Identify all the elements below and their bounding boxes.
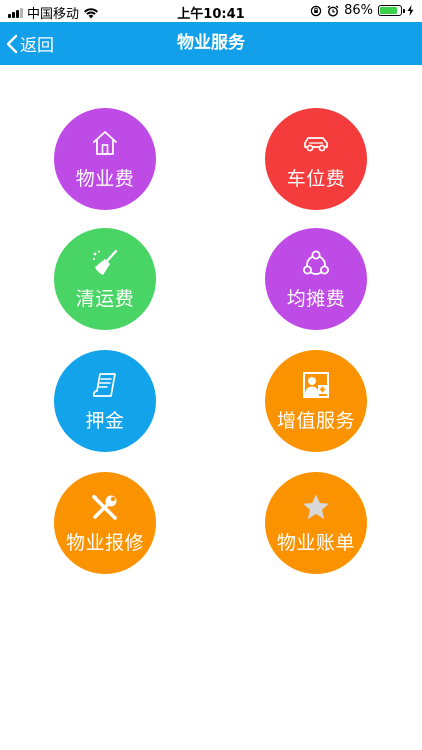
status-right: 86% xyxy=(310,3,414,18)
broom-icon xyxy=(93,249,118,275)
service-label: 均摊费 xyxy=(286,287,346,310)
car-icon xyxy=(304,136,328,151)
cleaning-fee-button[interactable]: 清运费 xyxy=(54,228,156,330)
repair-button[interactable]: 物业报修 xyxy=(54,472,156,574)
service-label: 物业费 xyxy=(75,167,135,190)
service-label: 增值服务 xyxy=(276,409,355,432)
battery-icon xyxy=(378,5,405,16)
deposit-button[interactable]: 押金 xyxy=(54,350,156,452)
value-added-services-button[interactable]: 增值服务 xyxy=(265,350,367,452)
alarm-icon xyxy=(327,5,339,17)
battery-level xyxy=(380,7,398,14)
parking-fee-button[interactable]: 车位费 xyxy=(265,108,367,210)
service-label: 清运费 xyxy=(75,287,135,310)
service-label: 物业报修 xyxy=(65,531,144,554)
charging-icon xyxy=(407,5,414,16)
property-bill-button[interactable]: 物业账单 xyxy=(265,472,367,574)
rotation-lock-icon xyxy=(310,5,322,16)
service-label: 物业账单 xyxy=(276,531,355,554)
add-person-icon xyxy=(303,371,329,398)
back-button[interactable]: 返回 xyxy=(6,22,54,65)
battery-percent: 86% xyxy=(344,3,373,18)
repair-tools-icon xyxy=(92,494,117,520)
status-bar: 中国移动 上午10:41 86% xyxy=(0,0,422,22)
star-icon xyxy=(303,494,329,519)
back-label: 返回 xyxy=(20,36,54,56)
shared-fee-button[interactable]: 均摊费 xyxy=(265,228,367,330)
service-label: 押金 xyxy=(85,409,125,432)
nav-bar: 返回 物业服务 xyxy=(0,22,422,65)
chevron-left-icon xyxy=(6,34,18,53)
receipt-icon xyxy=(92,372,116,397)
property-fee-button[interactable]: 物业费 xyxy=(54,108,156,210)
share-icon xyxy=(303,250,329,275)
page-title: 物业服务 xyxy=(177,33,245,53)
service-label: 车位费 xyxy=(286,167,346,190)
house-icon xyxy=(93,130,117,155)
